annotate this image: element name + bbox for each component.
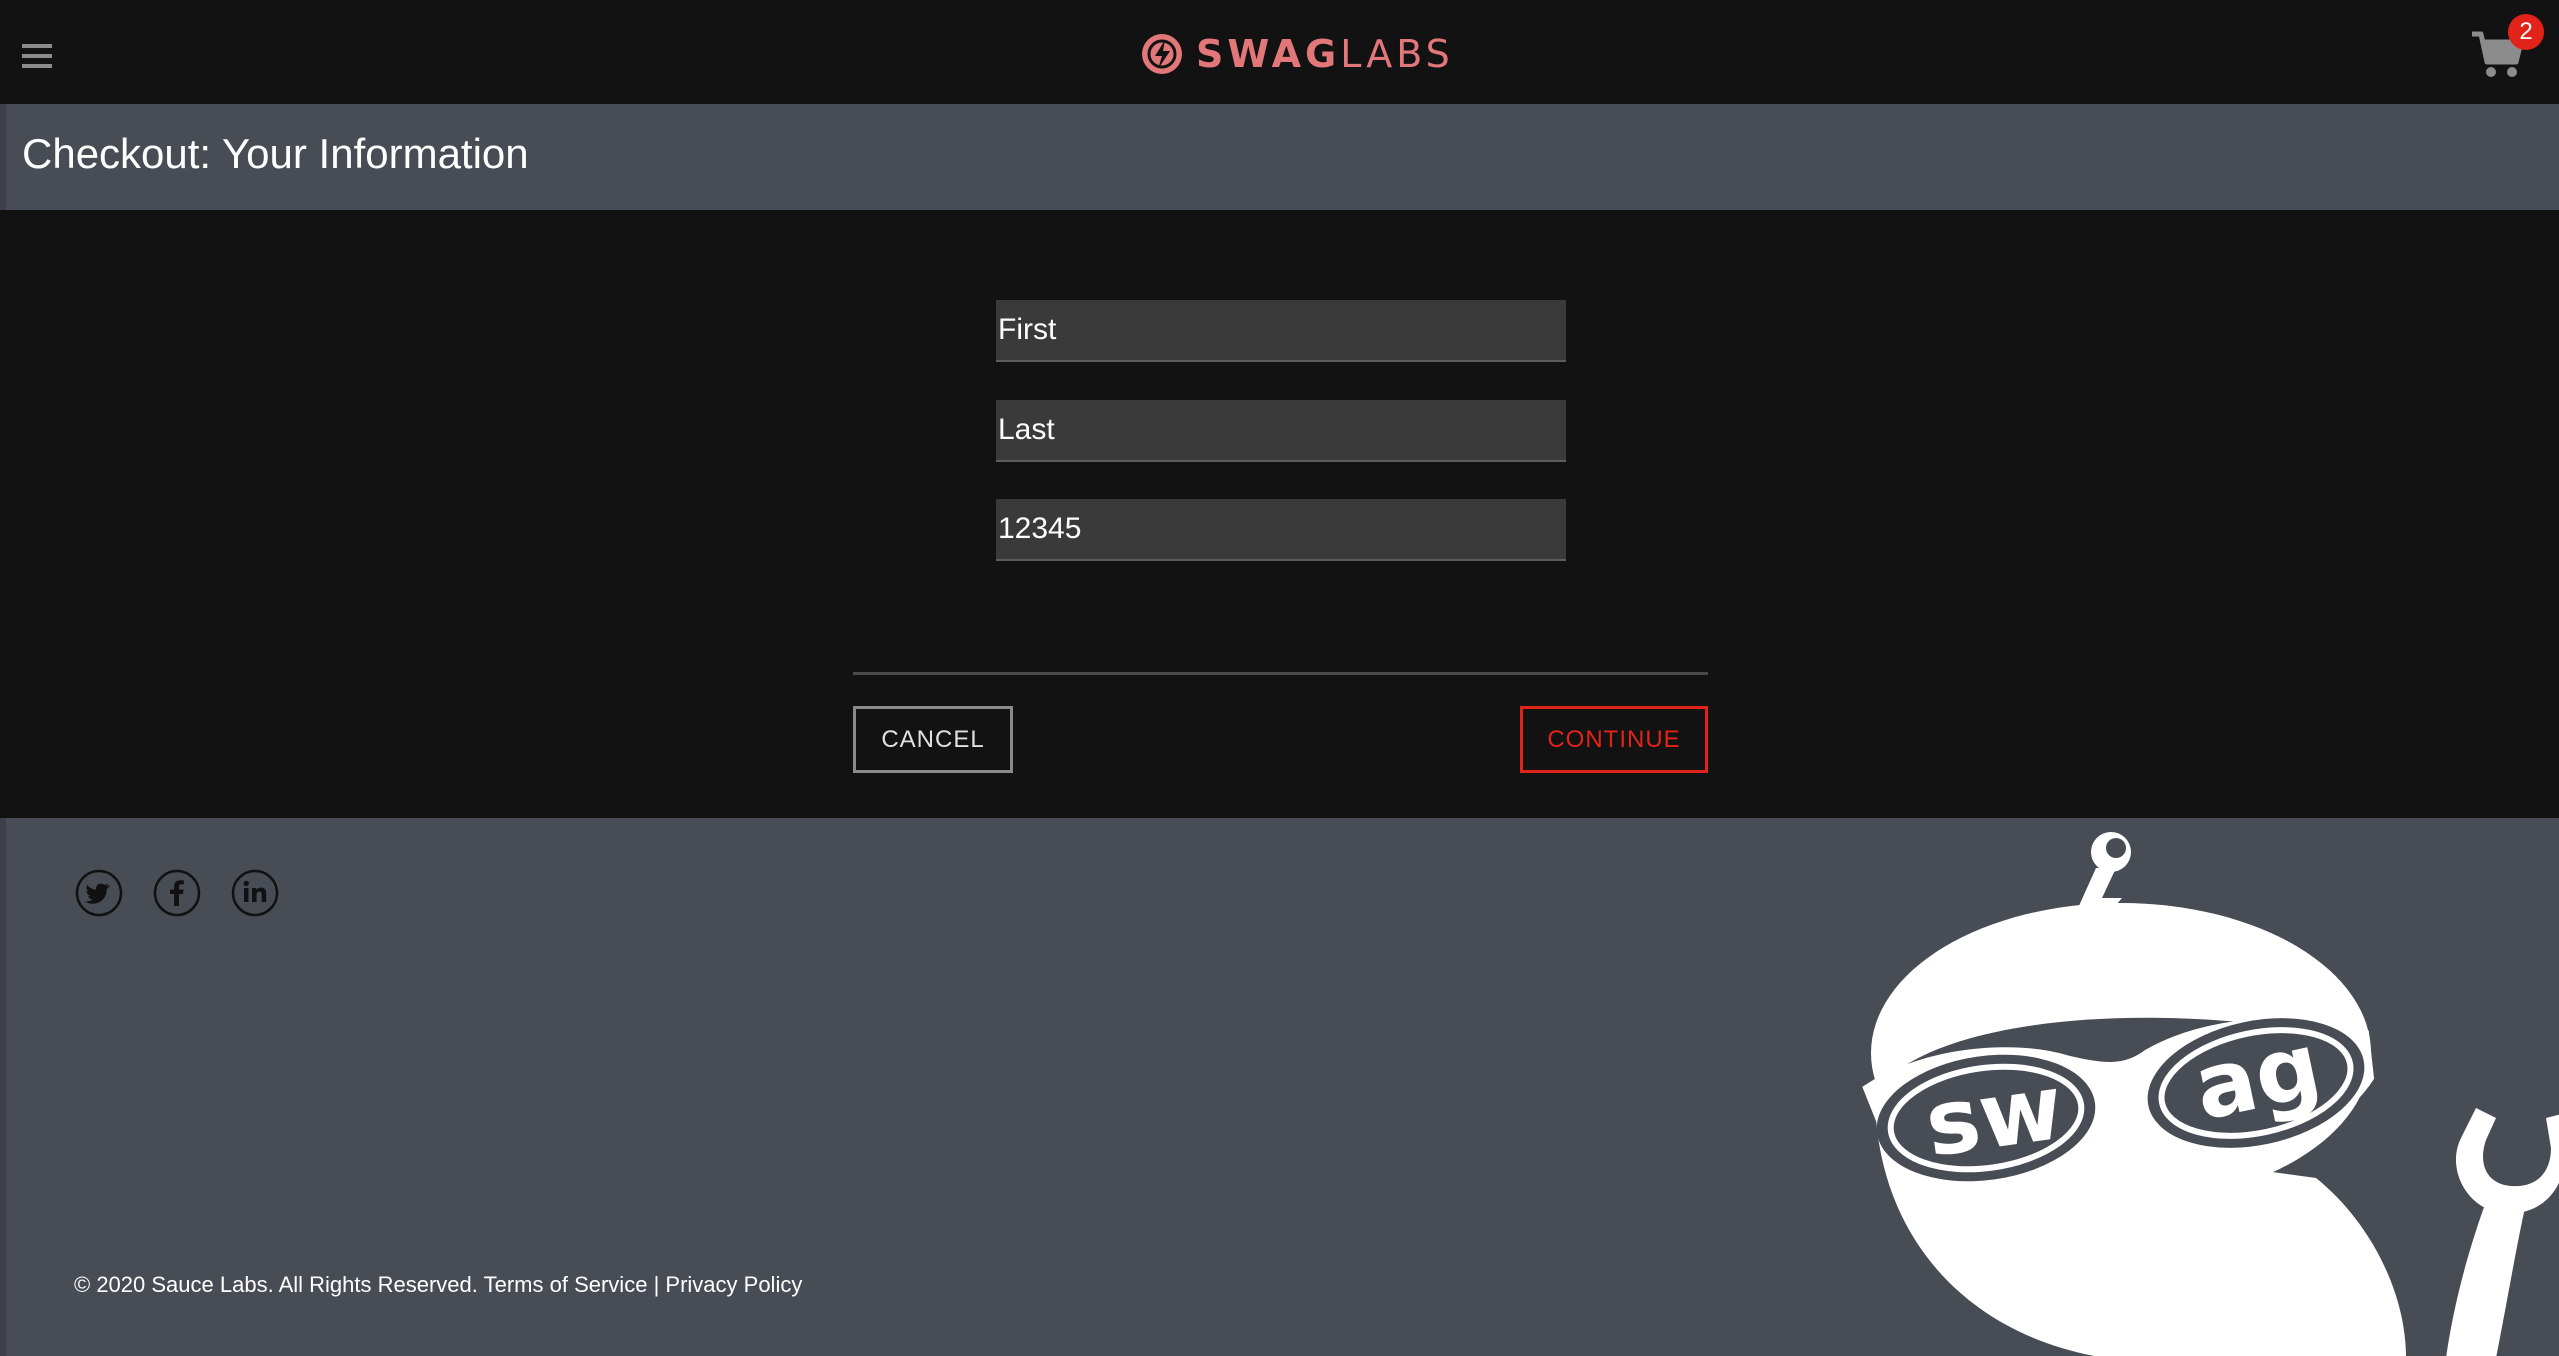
- cancel-button[interactable]: CANCEL: [853, 706, 1013, 773]
- continue-button[interactable]: CONTINUE: [1520, 706, 1708, 773]
- swag-labs-logo-icon: [1142, 34, 1182, 74]
- page-subheader: Checkout: Your Information: [0, 104, 2559, 210]
- facebook-link[interactable]: [152, 868, 202, 918]
- hamburger-menu-icon: [22, 44, 52, 68]
- first-name-input[interactable]: [996, 300, 1566, 362]
- privacy-policy-link[interactable]: Privacy Policy: [665, 1272, 802, 1297]
- menu-button[interactable]: [20, 40, 56, 72]
- twitter-link[interactable]: [74, 868, 124, 918]
- last-name-input[interactable]: [996, 400, 1566, 462]
- svg-text:sw: sw: [1919, 1055, 2069, 1178]
- terms-of-service-link[interactable]: Terms of Service: [484, 1272, 648, 1297]
- swag-bot-mascot-icon: sw ag: [1862, 832, 2559, 1356]
- linkedin-icon: [231, 869, 279, 917]
- page-footer: © 2020 Sauce Labs. All Rights Reserved. …: [0, 818, 2559, 1356]
- cart-badge[interactable]: 2: [2508, 14, 2544, 50]
- app-header: SWAGLABS 2: [0, 0, 2559, 104]
- swag-labs-logo: SWAGLABS: [1140, 24, 1454, 84]
- linkedin-link[interactable]: [230, 868, 280, 918]
- twitter-icon: [75, 869, 123, 917]
- facebook-icon: [153, 869, 201, 917]
- footer-separator: |: [653, 1272, 660, 1297]
- copyright-notice: © 2020 Sauce Labs. All Rights Reserved.: [74, 1272, 478, 1297]
- copyright-text: © 2020 Sauce Labs. All Rights Reserved. …: [74, 1272, 802, 1298]
- form-divider: [853, 672, 1708, 675]
- page-title: Checkout: Your Information: [22, 130, 529, 177]
- logo-text: SWAGLABS: [1196, 32, 1454, 76]
- postal-code-input[interactable]: [996, 499, 1566, 561]
